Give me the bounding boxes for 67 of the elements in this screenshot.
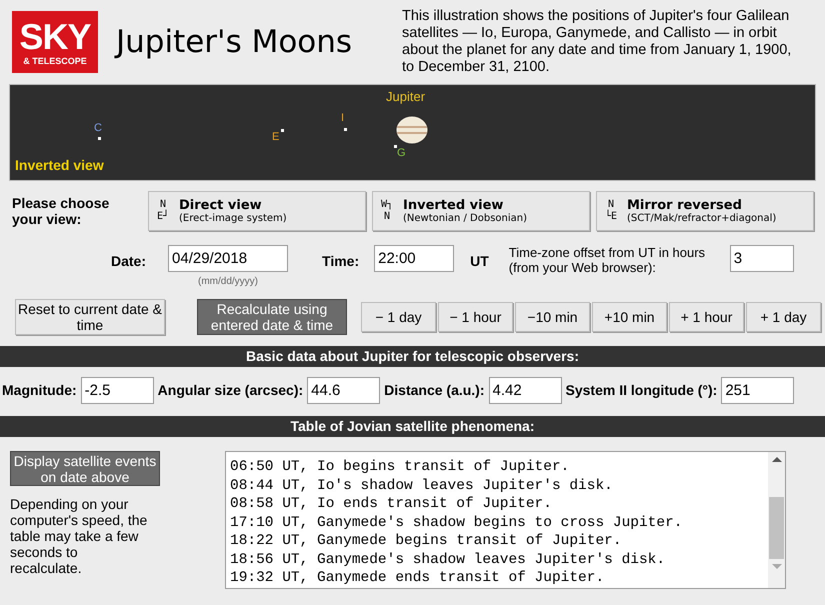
moon-label: G — [397, 148, 406, 159]
orientation-label: W┐ — [380, 199, 394, 211]
view-subtitle: (SCT/Mak/refractor+diagonal) — [627, 212, 776, 224]
description: This illustration shows the positions of Jupiter's four Galilean satellites — Io, Europa, Ganymede, and Callisto — in orbit about the planet for any date and time from January 1, 1900, to December 31, 2100. — [402, 8, 792, 76]
view-title: Direct view — [179, 198, 262, 212]
data-label: System II longitude (°): — [566, 381, 718, 400]
time-step-button[interactable]: + 1 day — [746, 302, 821, 332]
orientation-label: N — [384, 211, 390, 223]
event-line: 18:56 UT, Ganymede's shadow leaves Jupiter's disk. — [230, 550, 666, 569]
phenomena-list[interactable] — [225, 451, 786, 589]
view-label: Inverted view — [15, 156, 104, 175]
event-line: 08:44 UT, Io's shadow leaves Jupiter's disk. — [230, 476, 614, 495]
view-title: Inverted view — [403, 198, 504, 212]
orientation-label: └E — [604, 211, 618, 223]
view-subtitle: (Erect-image system) — [179, 212, 287, 224]
planet-label: Jupiter — [386, 88, 426, 106]
moon-label: C — [94, 123, 102, 134]
scroll-up-icon[interactable] — [772, 457, 782, 462]
jupiter-icon — [396, 116, 428, 144]
event-line: 17:10 UT, Ganymede's shadow begins to cross Jupiter. — [230, 514, 684, 532]
scrollbar[interactable] — [768, 452, 785, 588]
reset-button[interactable]: Reset to current date & time — [15, 299, 165, 335]
speed-note: Depending on your computer's speed, the table may take a few seconds to recalculate. — [10, 496, 148, 576]
view-title: Mirror reversed — [627, 198, 742, 212]
page-title: Jupiter's Moons — [116, 22, 354, 62]
time-step-button[interactable]: +10 min — [592, 302, 667, 332]
section-header: Basic data about Jupiter for telescopic observers: — [0, 346, 825, 367]
recalculate-button[interactable]: Recalculate using entered date & time — [197, 299, 347, 335]
event-line: 08:58 UT, Io ends transit of Jupiter. — [230, 495, 553, 514]
orientation-label: E┘ — [156, 211, 170, 223]
view-prompt: Please choose your view: — [12, 195, 110, 227]
time-step-button[interactable]: + 1 hour — [669, 302, 744, 332]
event-line: 18:22 UT, Ganymede begins transit of Jupiter. — [230, 532, 623, 550]
view-button[interactable]: W┐ N Inverted view (Newtonian / Dobsonian) — [372, 191, 590, 231]
date-label: Date: — [111, 252, 146, 271]
data-field[interactable]: 4.42 — [488, 377, 562, 404]
view-button[interactable]: N └E Mirror reversed (SCT/Mak/refractor+diagonal) — [596, 191, 814, 231]
offset-label: Time-zone offset from UT in hours (from your Web browser): — [508, 245, 706, 275]
scroll-down-icon[interactable] — [772, 564, 782, 569]
time-unit: UT — [470, 252, 489, 271]
moon-label: I — [341, 113, 344, 124]
orientation-label: N — [160, 199, 166, 210]
event-line: 19:32 UT, Ganymede ends transit of Jupiter. — [230, 569, 606, 588]
data-label: Distance (a.u.): — [384, 381, 485, 400]
scroll-thumb[interactable] — [769, 497, 784, 559]
time-field[interactable]: 22:00 — [374, 245, 454, 272]
event-line: 06:50 UT, Io begins transit of Jupiter. — [230, 458, 570, 476]
date-field[interactable]: 04/29/2018 — [168, 245, 288, 272]
time-step-button[interactable]: − 1 day — [361, 302, 436, 332]
time-step-button[interactable]: − 1 hour — [438, 302, 513, 332]
section-header: Table of Jovian satellite phenomena: — [0, 416, 825, 437]
time-label: Time: — [322, 252, 360, 271]
display-events-button[interactable]: Display satellite events on date above — [10, 451, 160, 486]
moon-label: E — [272, 132, 280, 143]
view-subtitle: (Newtonian / Dobsonian) — [403, 212, 528, 224]
view-button[interactable]: N E┘ Direct view (Erect-image system) — [148, 191, 366, 231]
date-format-hint: (mm/dd/yyyy) — [198, 275, 258, 289]
logo-text: & TELESCOPE — [23, 56, 87, 66]
data-field[interactable]: 44.6 — [307, 377, 380, 404]
orientation-label: N — [608, 199, 614, 210]
data-label: Angular size (arcsec): — [158, 381, 304, 400]
logo-text: SKY — [19, 18, 91, 54]
data-field[interactable]: -2.5 — [80, 377, 154, 404]
time-step-button[interactable]: −10 min — [515, 302, 590, 332]
offset-field[interactable]: 3 — [730, 245, 794, 272]
data-field[interactable]: 251 — [721, 377, 794, 404]
data-label: Magnitude: — [2, 381, 77, 400]
